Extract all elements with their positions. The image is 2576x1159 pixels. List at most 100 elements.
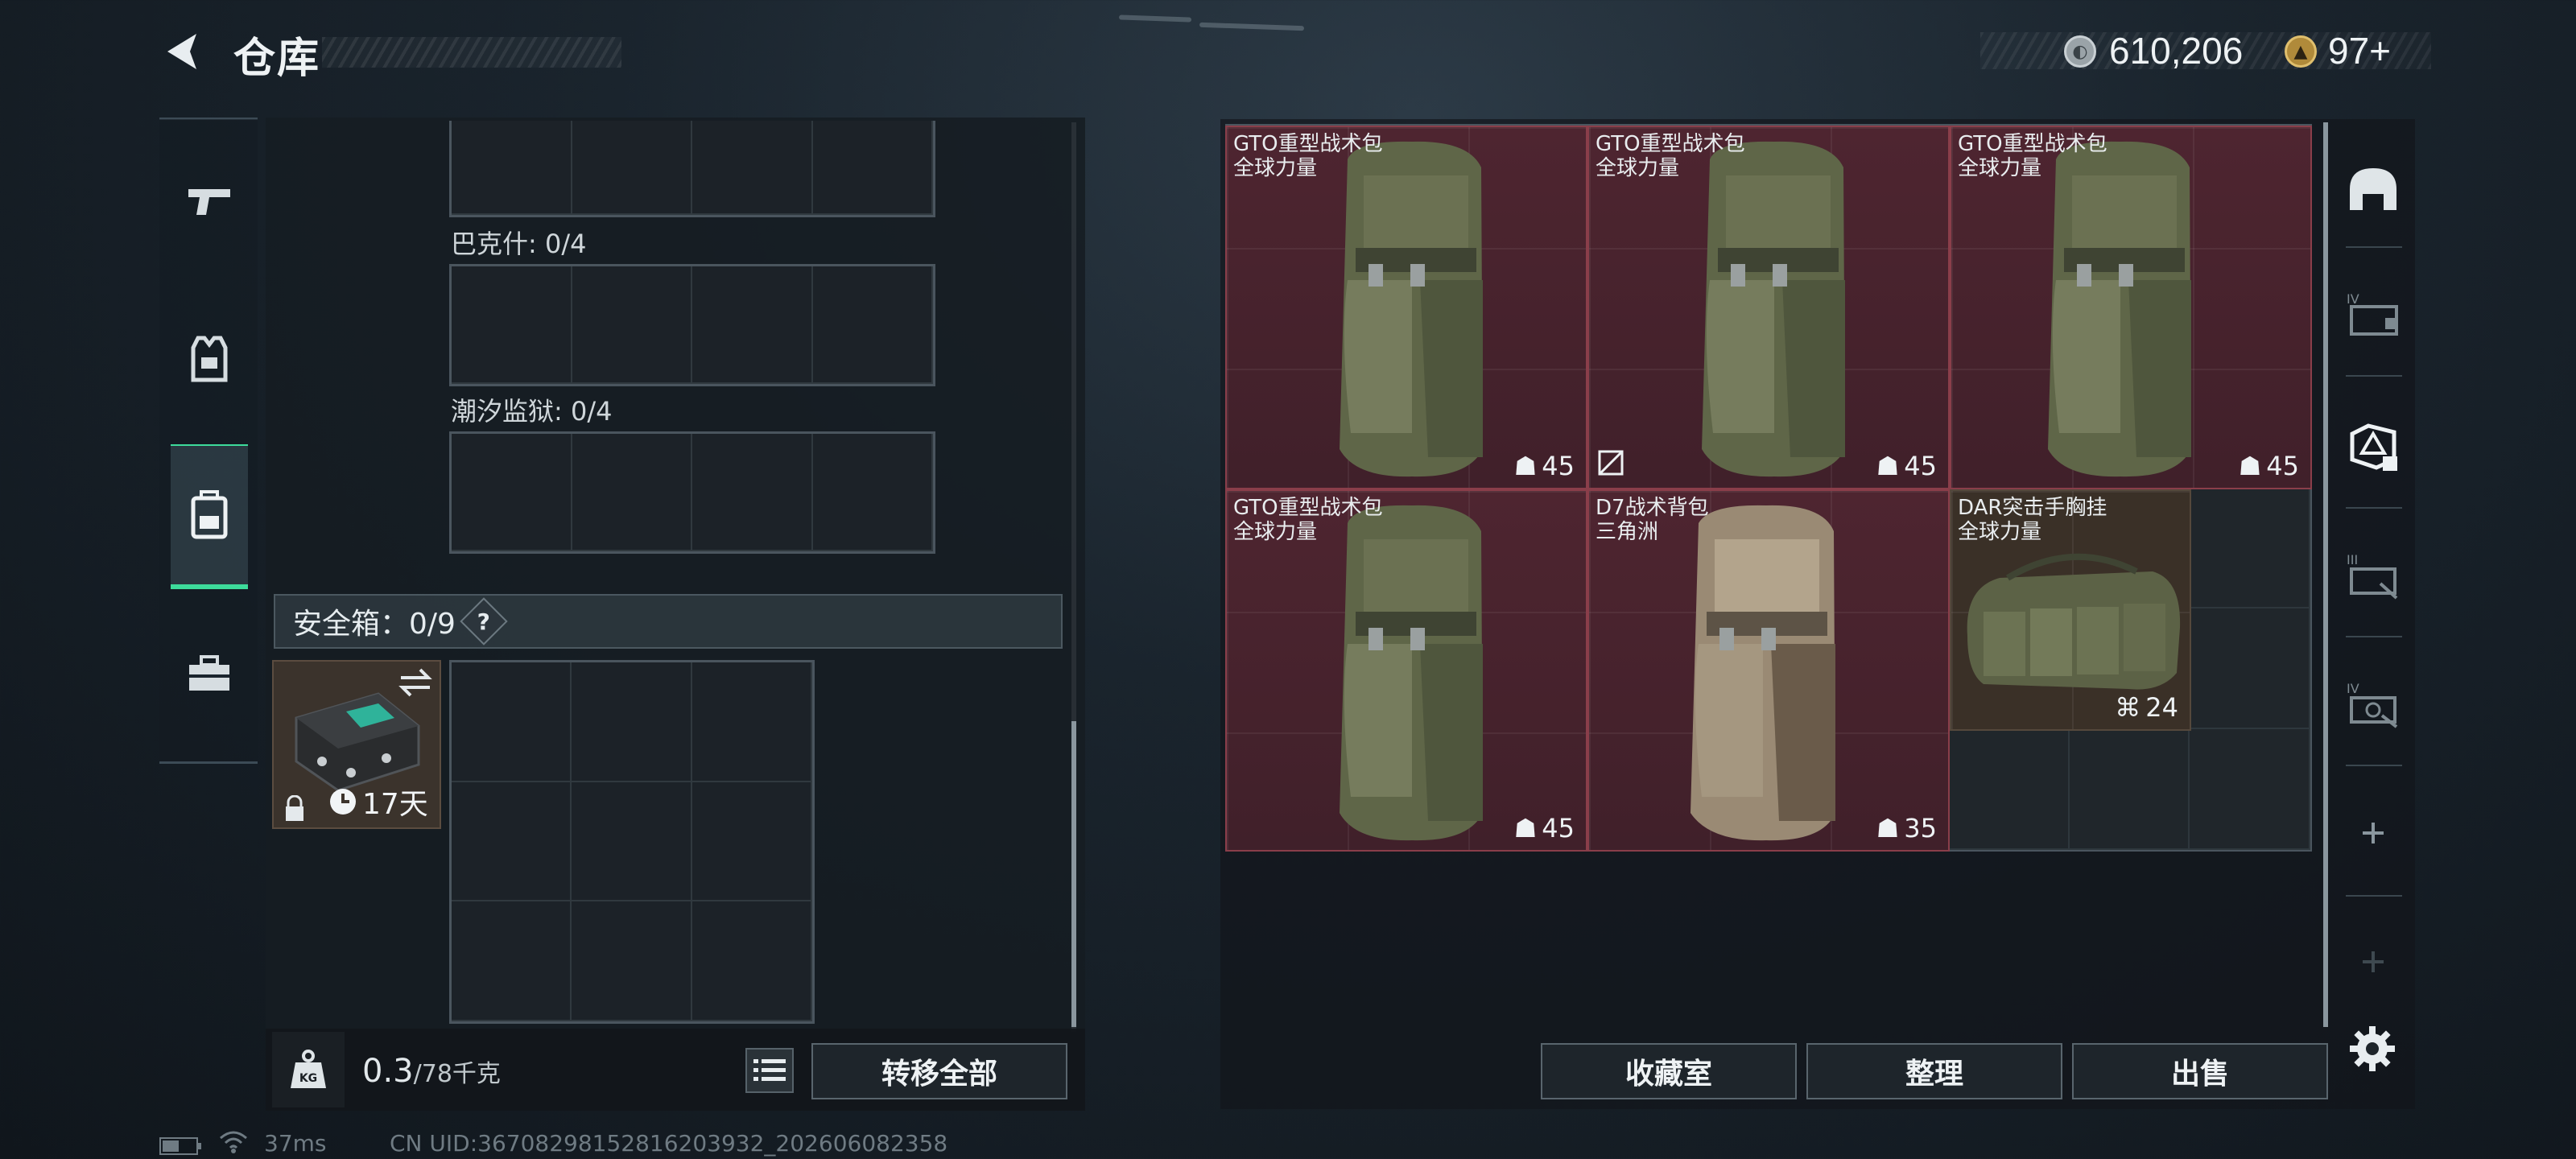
safebox-label: 安全箱：0/9	[293, 608, 456, 641]
title-decoration	[322, 37, 621, 68]
plus-icon	[2363, 951, 2384, 972]
container-grid[interactable]	[449, 121, 935, 217]
weight-max: /78千克	[413, 1060, 501, 1088]
tier3-pouch-button[interactable]: III	[2339, 539, 2408, 612]
item-capacity: ☗ 45	[2239, 451, 2299, 481]
silver-balance: 610,206	[2109, 30, 2244, 72]
add-slot-button[interactable]	[2339, 797, 2408, 869]
item-name-block: D7战术背包 三角洲	[1596, 496, 1709, 544]
list-icon	[753, 1059, 786, 1081]
backpack-capacity-icon: ☗	[1876, 451, 1900, 481]
help-button[interactable]: ?	[460, 597, 508, 645]
inventory-item[interactable]: GTO重型战术包 全球力量 ☗ 45	[1587, 126, 1950, 489]
tier3-pouch-icon: III	[2347, 552, 2398, 600]
background-streak	[1199, 22, 1305, 31]
tier4-case-button[interactable]: IV	[2339, 278, 2408, 351]
item-capacity-value: 24	[2145, 692, 2178, 723]
rail-separator	[2346, 507, 2402, 509]
rail-separator	[2346, 765, 2402, 766]
heavy-backpack-image	[1702, 141, 1845, 477]
wifi-icon	[217, 1128, 250, 1159]
container-grid[interactable]	[449, 431, 935, 554]
item-capacity: ⌘ 24	[2115, 692, 2178, 723]
rail-tab-armor[interactable]	[171, 287, 248, 431]
item-capacity-value: 45	[1904, 451, 1937, 481]
safebox-header: 安全箱：0/9 ?	[274, 594, 1063, 649]
time-left: 17天	[362, 788, 428, 821]
backpack-capacity-icon: ☗	[1876, 813, 1900, 843]
lock-icon	[286, 795, 303, 821]
chest-rig-slot-icon	[2350, 423, 2397, 471]
tier4-case-icon: IV	[2347, 291, 2398, 336]
svg-text:III: III	[2347, 552, 2358, 567]
swap-icon[interactable]	[398, 666, 433, 699]
weight-readout: 0.3/78千克	[362, 1053, 501, 1090]
gold-add-icon[interactable]: +	[2369, 30, 2391, 72]
helmet-slot-button[interactable]	[2339, 153, 2408, 225]
gold-balance-value: 97	[2328, 30, 2370, 72]
heavy-backpack-image	[2048, 141, 2191, 477]
tier4-pouch-icon: IV	[2347, 681, 2398, 728]
chest-rig-capacity-icon: ⌘	[2115, 692, 2141, 723]
helmet-icon	[2350, 168, 2396, 210]
item-name: GTO重型战术包	[1596, 132, 1745, 156]
item-name-block: DAR突击手胸挂 全球力量	[1958, 496, 2107, 544]
rail-tab-backpacks[interactable]	[171, 444, 248, 589]
plus-icon	[2363, 823, 2384, 843]
item-name-block: GTO重型战术包 全球力量	[1233, 496, 1383, 544]
sell-button[interactable]: 出售	[2072, 1043, 2328, 1099]
safebox-item[interactable]: 17天	[272, 660, 441, 829]
pistol-icon	[188, 189, 230, 215]
item-faction: 全球力量	[1596, 156, 1680, 180]
chest-rig-slot-button[interactable]	[2339, 410, 2408, 483]
inventory-item[interactable]: GTO重型战术包 全球力量 ☗ 45	[1225, 489, 1587, 852]
backpack-capacity-icon: ☗	[1513, 451, 1538, 481]
kg-weight-icon: KG	[291, 1050, 326, 1088]
item-faction: 全球力量	[1958, 520, 2042, 544]
gold-balance[interactable]: 97+	[2328, 29, 2391, 72]
ping-readout: 37ms	[264, 1130, 327, 1157]
storage-scrollbar[interactable]	[1071, 122, 1076, 1032]
item-faction: 全球力量	[1958, 156, 2042, 180]
inventory-item[interactable]: DAR突击手胸挂 全球力量 ⌘ 24	[1950, 489, 2191, 731]
rail-bottom-line	[159, 761, 258, 764]
backpack-icon	[191, 490, 228, 539]
back-button[interactable]	[159, 27, 208, 76]
settings-button[interactable]	[2344, 1021, 2401, 1077]
background-streak	[1118, 14, 1192, 23]
expiry-timer: 17天	[328, 781, 428, 823]
inventory-scrollbar[interactable]	[2323, 122, 2328, 1027]
item-capacity-value: 35	[1904, 813, 1937, 843]
item-faction: 全球力量	[1233, 520, 1318, 544]
collection-room-button[interactable]: 收藏室	[1541, 1043, 1797, 1099]
item-name: GTO重型战术包	[1233, 496, 1383, 520]
inventory-item[interactable]: GTO重型战术包 全球力量 ☗ 45	[1225, 126, 1587, 489]
safebox-grid[interactable]	[449, 660, 815, 1024]
transfer-all-button[interactable]: 转移全部	[811, 1043, 1067, 1099]
rail-tab-weapons[interactable]	[171, 129, 248, 274]
battery-icon	[159, 1135, 203, 1159]
container-grid[interactable]	[449, 264, 935, 386]
item-capacity-value: 45	[2266, 451, 2299, 481]
section-label: 潮汐监狱: 0/4	[451, 396, 613, 427]
inventory-item[interactable]: GTO重型战术包 全球力量 ☗ 45	[1950, 126, 2312, 489]
scrollbar-thumb[interactable]	[1071, 721, 1076, 1027]
no-insurance-icon	[1597, 449, 1624, 480]
inventory-item[interactable]: D7战术背包 三角洲 ☗ 35	[1587, 489, 1950, 852]
rail-separator	[2346, 246, 2402, 248]
svg-text:IV: IV	[2347, 681, 2359, 696]
sort-button[interactable]: 整理	[1806, 1043, 2062, 1099]
tactical-backpack-image	[1690, 505, 1835, 841]
list-view-button[interactable]	[745, 1048, 794, 1093]
gold-triangle-coin-icon[interactable]: ▲	[2285, 35, 2317, 68]
item-name: D7战术背包	[1596, 496, 1709, 520]
rail-separator	[2346, 895, 2402, 897]
toolbox-icon	[189, 655, 229, 691]
rail-tab-tools[interactable]	[171, 602, 248, 747]
item-name-block: GTO重型战术包 全球力量	[1596, 132, 1745, 180]
svg-text:IV: IV	[2347, 291, 2359, 307]
backpack-capacity-icon: ☗	[1513, 813, 1538, 843]
item-capacity: ☗ 35	[1876, 813, 1937, 843]
tier4-pouch-button[interactable]: IV	[2339, 668, 2408, 740]
svg-text:KG: KG	[299, 1072, 317, 1085]
